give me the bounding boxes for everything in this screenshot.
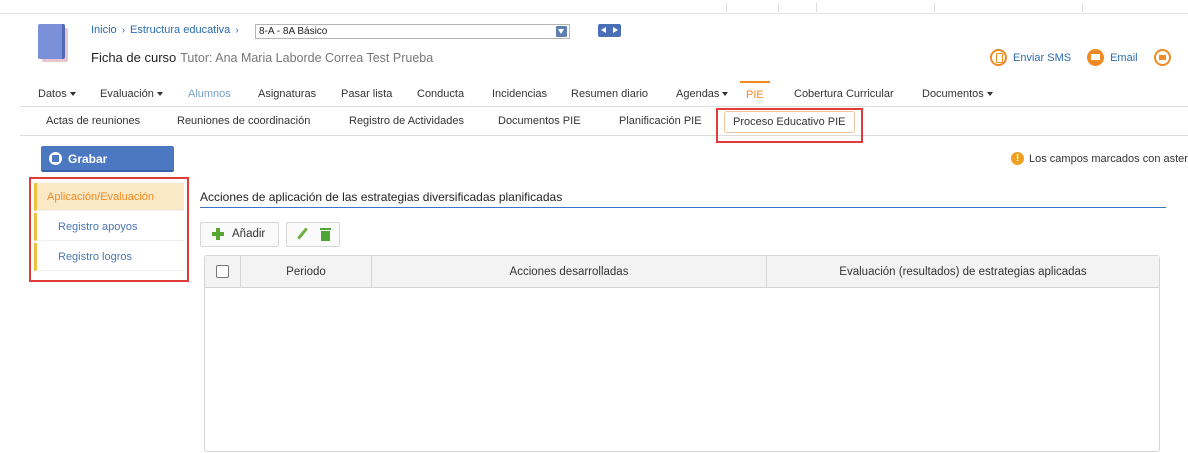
top-separator bbox=[934, 3, 935, 12]
exclamation-icon: ! bbox=[1011, 152, 1024, 165]
nav-item-label: Pasar lista bbox=[341, 88, 393, 100]
pencil-icon[interactable] bbox=[296, 227, 308, 241]
breadcrumb-separator-icon: › bbox=[121, 24, 126, 36]
top-separator bbox=[726, 3, 727, 12]
caret-down-icon bbox=[722, 92, 729, 97]
required-fields-text: Los campos marcados con asteris bbox=[1029, 152, 1188, 165]
add-button[interactable]: Añadir bbox=[200, 222, 279, 247]
nav-item-pasar-lista[interactable]: Pasar lista bbox=[341, 81, 392, 107]
column-header-evaluacion[interactable]: Evaluación (resultados) de estrategias a… bbox=[766, 256, 1159, 288]
nav-item-label: PIE bbox=[746, 89, 764, 101]
phone-icon[interactable] bbox=[990, 49, 1007, 66]
nav-item-pie[interactable]: PIE bbox=[740, 81, 770, 107]
top-strip bbox=[0, 0, 1188, 14]
column-header-periodo[interactable]: Periodo bbox=[240, 256, 371, 288]
email-link[interactable]: Email bbox=[1110, 52, 1138, 64]
nav-item-asignaturas[interactable]: Asignaturas bbox=[258, 81, 316, 107]
save-button-label: Grabar bbox=[68, 152, 108, 166]
envelope-icon[interactable] bbox=[1087, 49, 1105, 66]
nav-item-label: Evaluación bbox=[100, 88, 154, 100]
table-header: Periodo Acciones desarrolladas Evaluació… bbox=[205, 256, 1159, 288]
highlight-box-sidebar bbox=[29, 177, 189, 282]
breadcrumb: Inicio › Estructura educativa › bbox=[91, 22, 244, 38]
nav-item-evaluacion[interactable]: Evaluación bbox=[100, 81, 163, 107]
tutor-label: Tutor: Ana Maria Laborde Correa Test Pru… bbox=[180, 51, 434, 65]
column-header-acciones[interactable]: Acciones desarrolladas bbox=[371, 256, 766, 288]
course-book-icon bbox=[38, 24, 68, 62]
page-title: Ficha de curso Tutor: Ana Maria Laborde C… bbox=[91, 50, 433, 65]
edit-delete-group bbox=[286, 222, 340, 247]
nav-item-label: Asignaturas bbox=[258, 88, 317, 100]
page-title-text: Ficha de curso bbox=[91, 50, 177, 65]
plus-icon bbox=[212, 228, 224, 240]
breadcrumb-separator-icon: › bbox=[235, 24, 239, 36]
nav-item-label: Resumen diario bbox=[571, 88, 649, 100]
prev-next-course-arrows-icon[interactable] bbox=[598, 24, 621, 37]
subtab-registro-actividades[interactable]: Registro de Actividades bbox=[349, 108, 464, 135]
subtab-documentos-pie[interactable]: Documentos PIE bbox=[498, 108, 581, 135]
nav-item-resumen-diario[interactable]: Resumen diario bbox=[571, 81, 648, 107]
top-separator bbox=[1082, 3, 1083, 12]
nav-item-incidencias[interactable]: Incidencias bbox=[492, 81, 547, 107]
subtab-planificacion-pie[interactable]: Planificación PIE bbox=[619, 108, 702, 135]
megaphone-icon[interactable] bbox=[1153, 49, 1171, 66]
caret-down-icon bbox=[69, 92, 76, 97]
breadcrumb-home-link[interactable]: Inicio bbox=[91, 24, 117, 36]
nav-item-conducta[interactable]: Conducta bbox=[417, 81, 464, 107]
course-select[interactable]: 8-A - 8A Básico bbox=[255, 24, 570, 39]
nav-item-label: Cobertura Curricular bbox=[794, 88, 894, 100]
caret-down-icon bbox=[156, 92, 163, 97]
subtab-reuniones-coordinacion[interactable]: Reuniones de coordinación bbox=[177, 108, 310, 135]
nav-item-agendas[interactable]: Agendas bbox=[676, 81, 729, 107]
required-fields-notice: ! Los campos marcados con asteris bbox=[1011, 152, 1188, 165]
send-sms-link[interactable]: Enviar SMS bbox=[1013, 52, 1071, 64]
chevron-down-icon[interactable] bbox=[556, 26, 567, 37]
add-button-label: Añadir bbox=[232, 228, 266, 240]
nav-item-label: Conducta bbox=[417, 88, 465, 100]
breadcrumb-section-link[interactable]: Estructura educativa bbox=[130, 24, 230, 36]
course-select-value: 8-A - 8A Básico bbox=[259, 26, 328, 37]
top-separator bbox=[778, 3, 779, 12]
nav-item-alumnos[interactable]: Alumnos bbox=[188, 81, 231, 107]
caret-down-icon bbox=[986, 92, 993, 97]
data-table: Periodo Acciones desarrolladas Evaluació… bbox=[204, 255, 1160, 452]
nav-item-label: Alumnos bbox=[188, 88, 231, 100]
sub-nav: Actas de reuniones Reuniones de coordina… bbox=[20, 108, 1188, 136]
nav-item-label: Incidencias bbox=[492, 88, 548, 100]
nav-item-datos[interactable]: Datos bbox=[38, 81, 76, 107]
highlight-box-subtab bbox=[716, 108, 863, 143]
main-nav: Datos Evaluación Alumnos Asignaturas Pas… bbox=[20, 81, 1188, 107]
nav-item-cobertura-curricular[interactable]: Cobertura Curricular bbox=[794, 81, 894, 107]
nav-item-label: Datos bbox=[38, 88, 67, 100]
section-title: Acciones de aplicación de las estrategia… bbox=[200, 190, 1166, 208]
select-all-checkbox[interactable] bbox=[216, 265, 229, 278]
subtab-actas-reuniones[interactable]: Actas de reuniones bbox=[46, 108, 140, 135]
nav-item-label: Agendas bbox=[676, 88, 720, 100]
nav-item-label: Documentos bbox=[922, 88, 984, 100]
save-button[interactable]: Grabar bbox=[41, 146, 174, 172]
header-actions: Enviar SMS Email bbox=[990, 49, 1177, 66]
floppy-disk-icon bbox=[49, 152, 62, 165]
nav-item-documentos[interactable]: Documentos bbox=[922, 81, 993, 107]
top-separator bbox=[816, 3, 817, 12]
trash-icon[interactable] bbox=[320, 228, 331, 241]
